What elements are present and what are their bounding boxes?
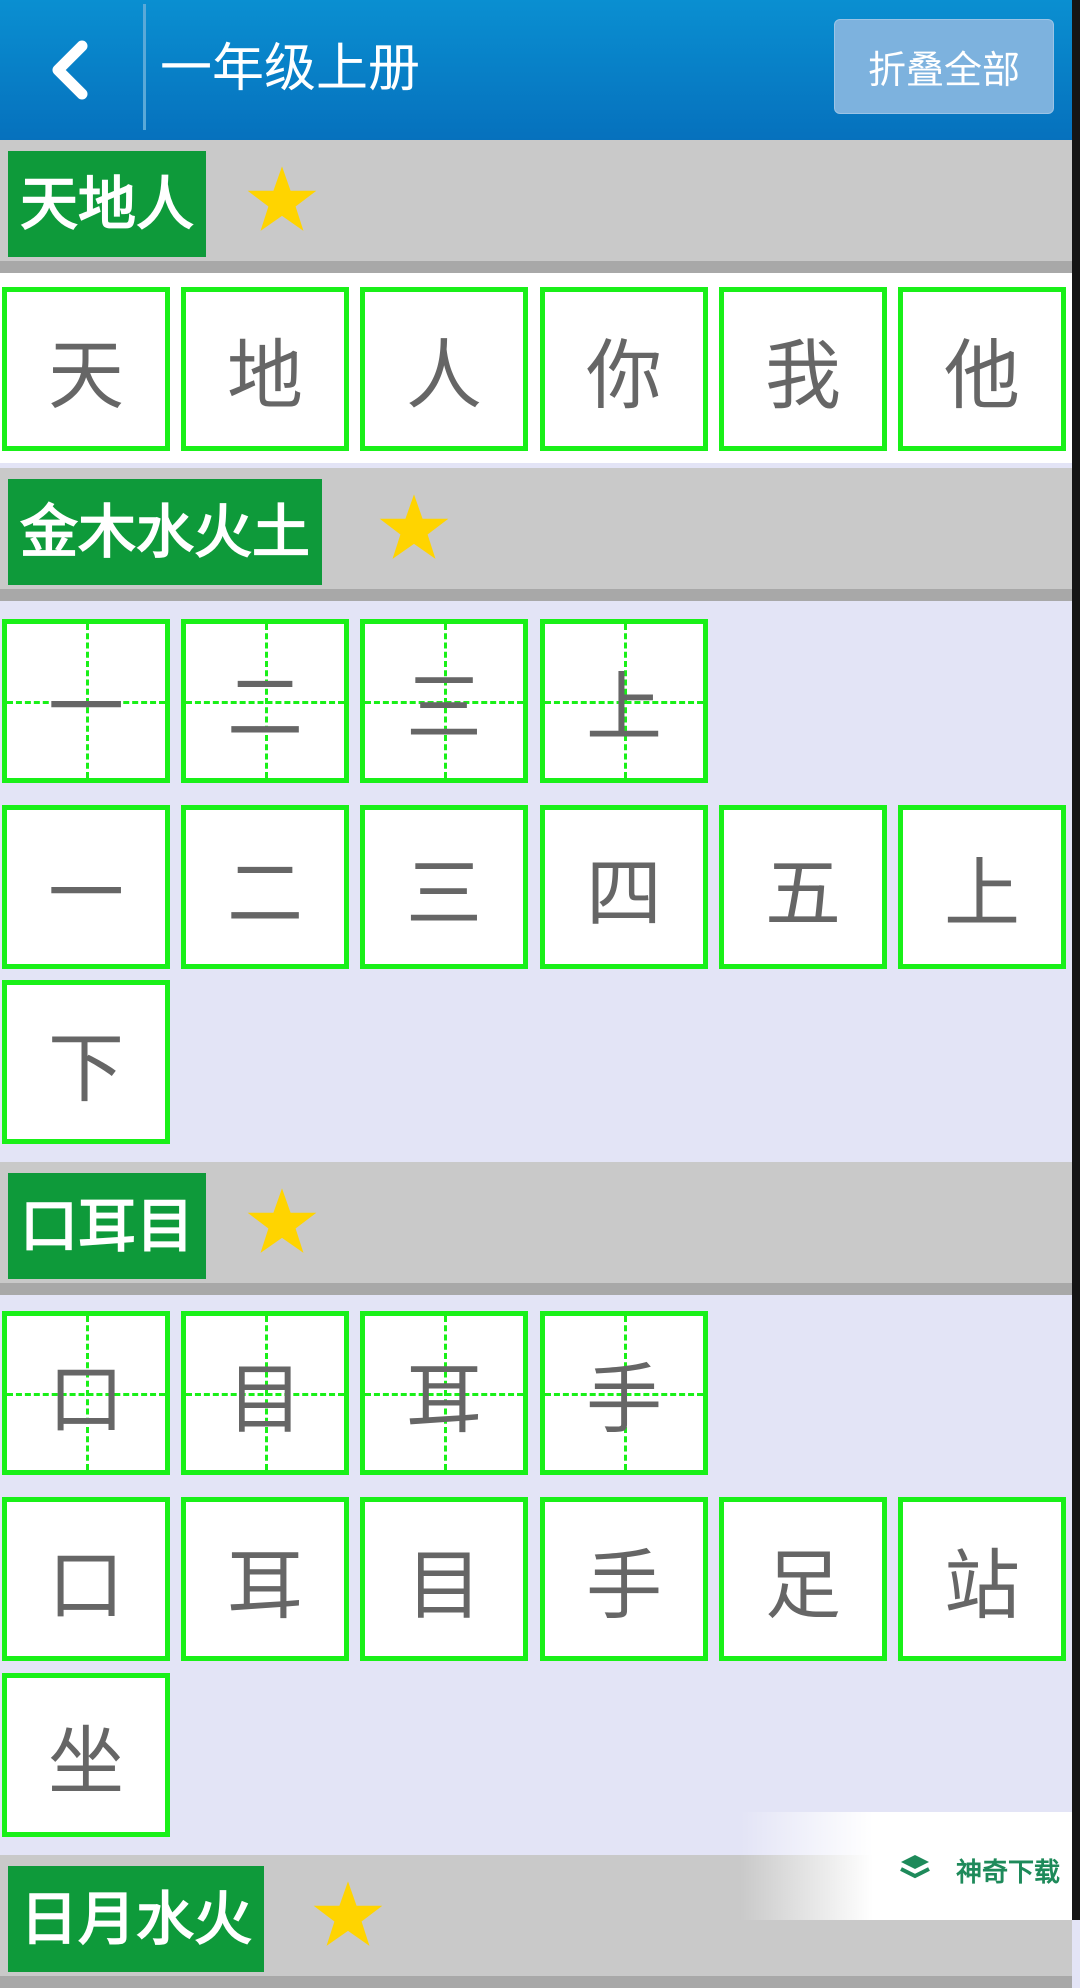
star-icon[interactable] <box>246 165 318 233</box>
back-button[interactable] <box>0 0 140 140</box>
char-cell[interactable]: 他 <box>898 287 1066 451</box>
grid-char-cell[interactable]: 三 <box>360 619 528 783</box>
page-title: 一年级上册 <box>160 39 421 99</box>
lesson-header-1[interactable]: 天地人 <box>0 140 1072 273</box>
char-cell[interactable]: 坐 <box>2 1673 170 1837</box>
char-cell[interactable]: 你 <box>540 287 708 451</box>
char-cell[interactable]: 足 <box>719 1497 887 1661</box>
header-divider <box>143 4 146 130</box>
char-cell[interactable]: 三 <box>360 805 528 969</box>
char-cell[interactable]: 耳 <box>181 1497 349 1661</box>
star-icon[interactable] <box>246 1187 318 1255</box>
char-cell[interactable]: 天 <box>2 287 170 451</box>
lesson-title: 天地人 <box>8 151 207 257</box>
char-cell[interactable]: 五 <box>719 805 887 969</box>
char-cell[interactable]: 目 <box>360 1497 528 1661</box>
char-cell[interactable]: 四 <box>540 805 708 969</box>
collapse-all-button[interactable]: 折叠全部 <box>834 19 1054 114</box>
char-cell[interactable]: 下 <box>2 980 170 1144</box>
shenqi-logo-icon <box>900 1855 930 1879</box>
lesson-title: 金木水火土 <box>8 479 323 585</box>
lesson-header-2[interactable]: 金木水火土 <box>0 468 1072 601</box>
grid-char-cell[interactable]: 手 <box>540 1311 708 1475</box>
char-cell[interactable]: 地 <box>181 287 349 451</box>
char-cell[interactable]: 二 <box>181 805 349 969</box>
watermark-text: 神奇下载 <box>955 1858 1060 1888</box>
char-cell[interactable]: 手 <box>540 1497 708 1661</box>
char-cell[interactable]: 上 <box>898 805 1066 969</box>
char-cell[interactable]: 一 <box>2 805 170 969</box>
star-icon[interactable] <box>312 1880 384 1948</box>
char-cell[interactable]: 站 <box>898 1497 1066 1661</box>
char-cell[interactable]: 我 <box>719 287 887 451</box>
grid-char-cell[interactable]: 目 <box>181 1311 349 1475</box>
star-icon[interactable] <box>378 493 450 561</box>
grid-char-cell[interactable]: 一 <box>2 619 170 783</box>
char-cell[interactable]: 人 <box>360 287 528 451</box>
lesson-title: 日月水火 <box>8 1866 265 1972</box>
grid-char-cell[interactable]: 口 <box>2 1311 170 1475</box>
grid-char-cell[interactable]: 耳 <box>360 1311 528 1475</box>
grid-char-cell[interactable]: 上 <box>540 619 708 783</box>
screen-edge <box>1072 0 1080 1920</box>
lesson-title: 口耳目 <box>8 1173 207 1279</box>
app-header: 一年级上册 折叠全部 <box>0 0 1072 140</box>
grid-char-cell[interactable]: 二 <box>181 619 349 783</box>
chevron-left-icon <box>52 40 88 100</box>
lesson-header-3[interactable]: 口耳目 <box>0 1162 1072 1295</box>
char-cell[interactable]: 口 <box>2 1497 170 1661</box>
watermark: 神奇下载 <box>740 1812 1072 1920</box>
